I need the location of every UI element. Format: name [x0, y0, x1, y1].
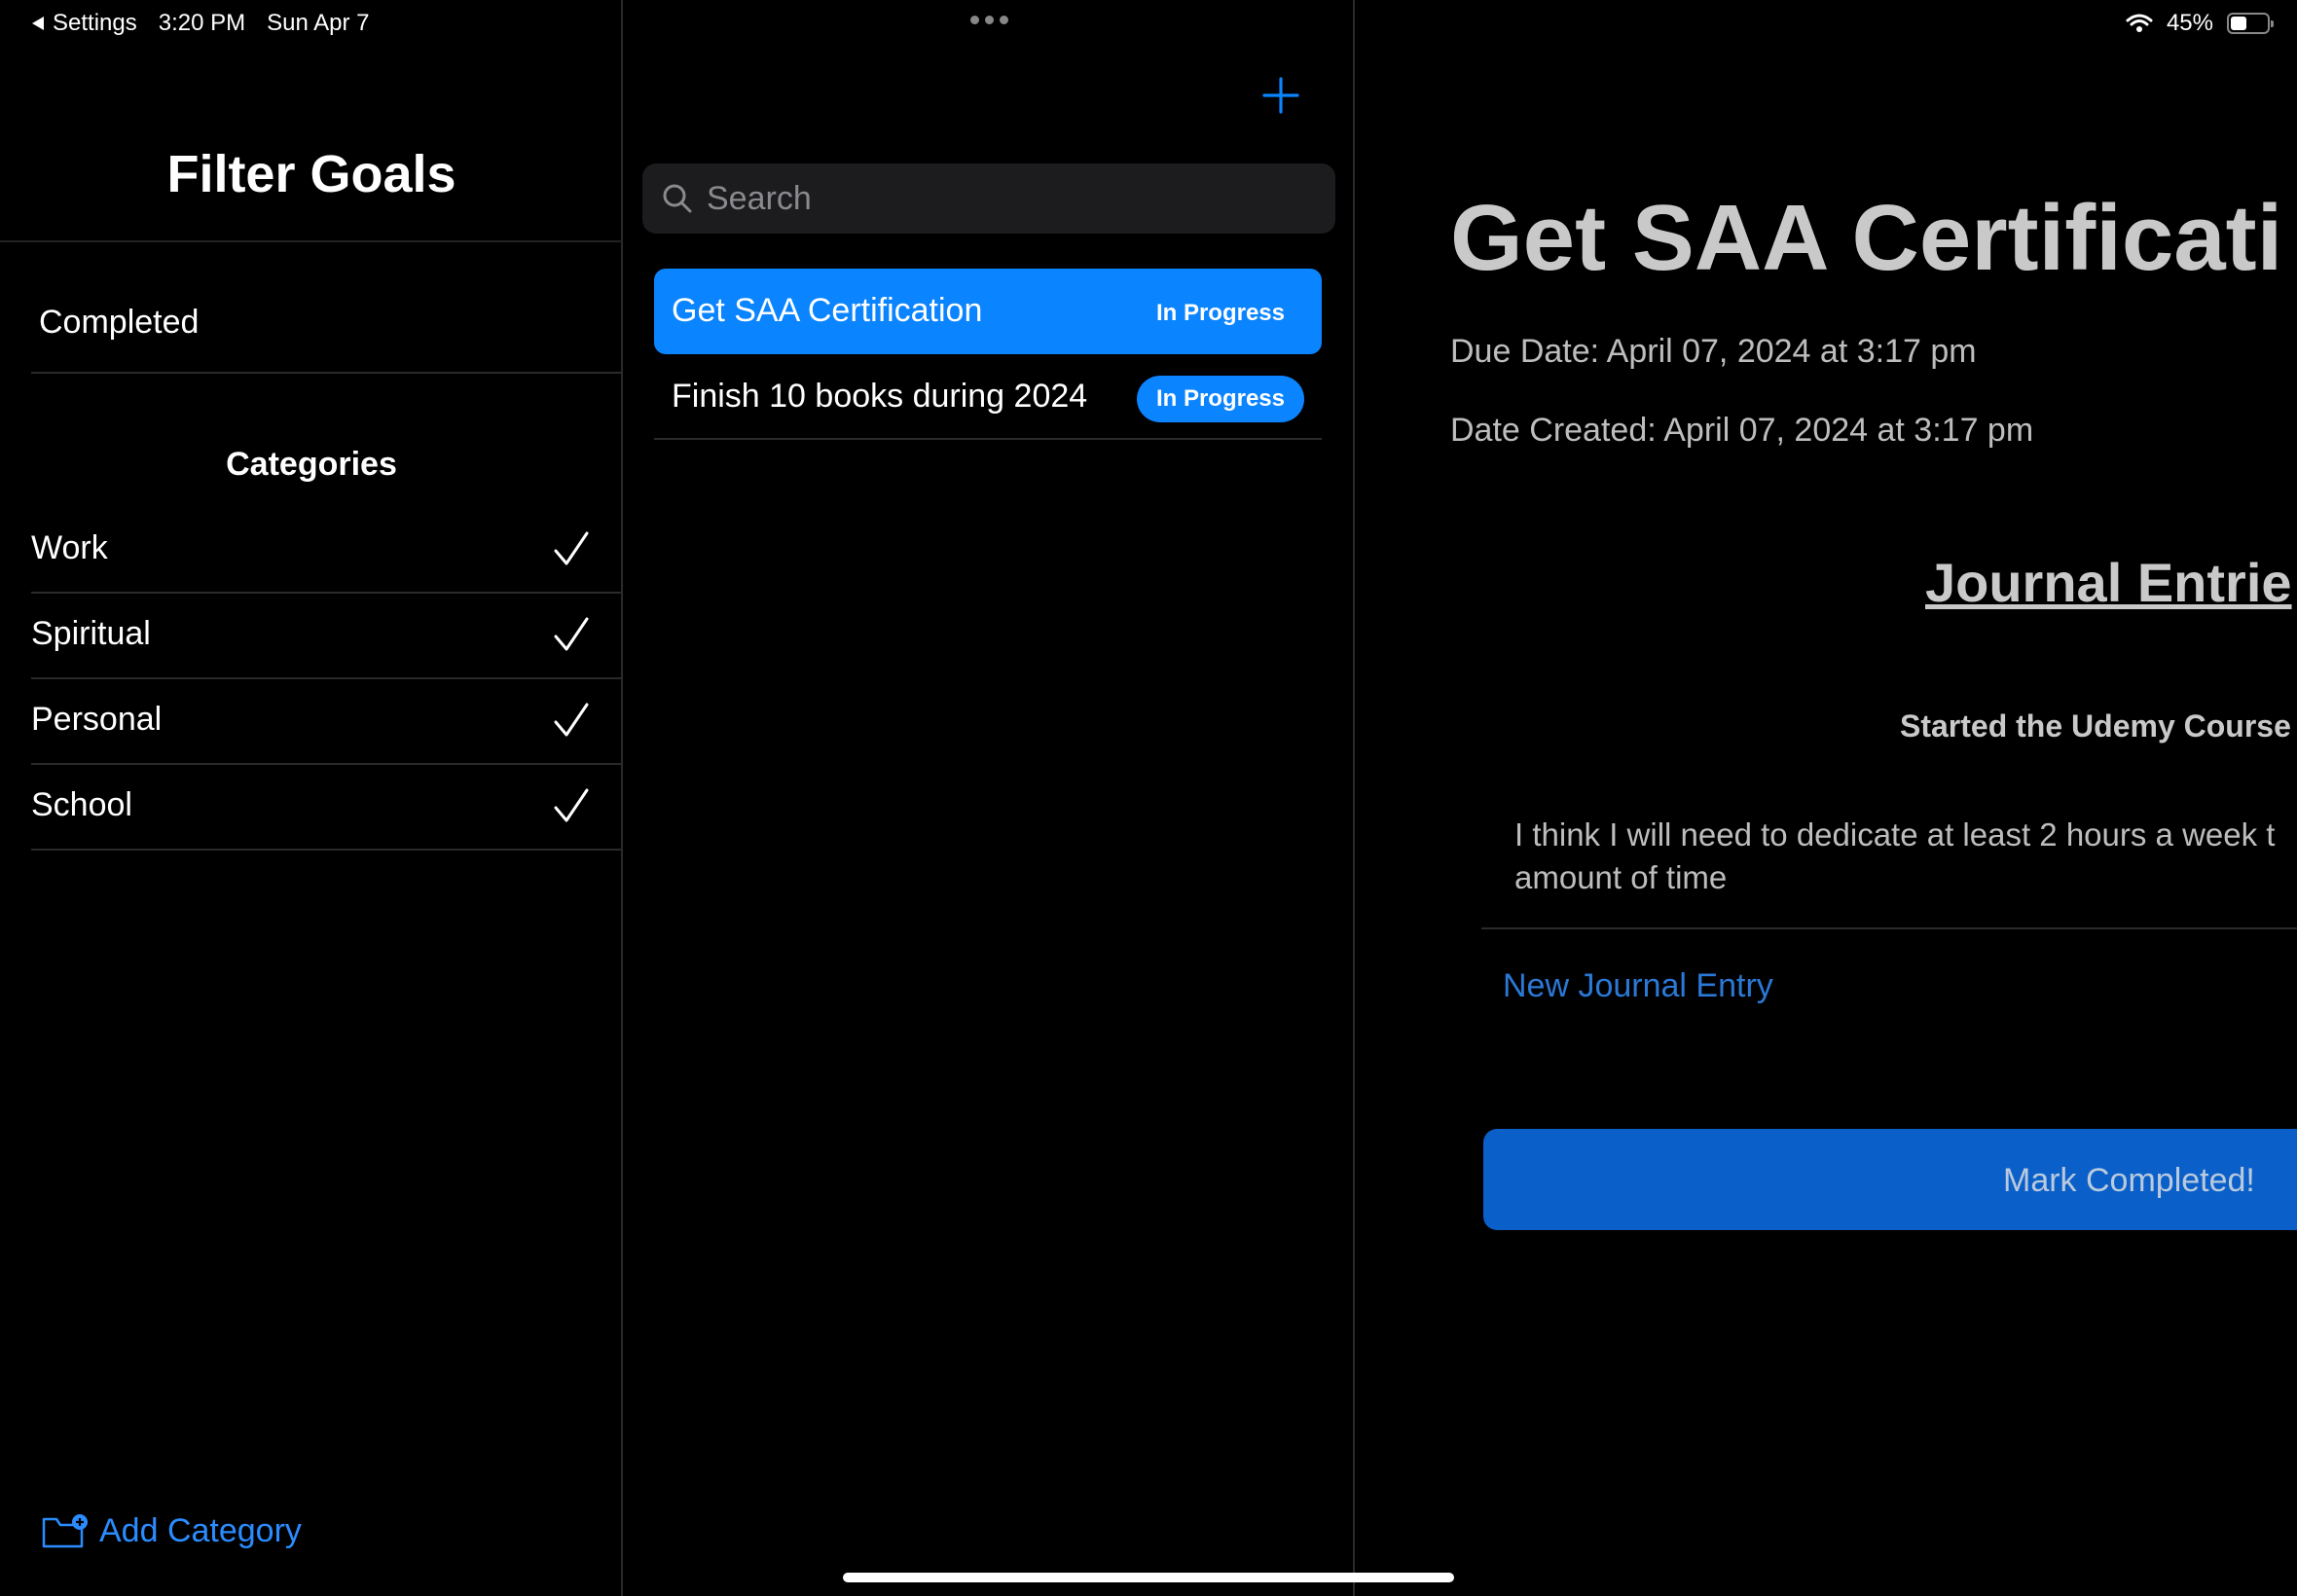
- category-label: School: [31, 786, 132, 823]
- goal-detail-title: Get SAA Certificati: [1450, 186, 2283, 290]
- add-category-button[interactable]: Add Category: [41, 1512, 302, 1550]
- goal-item-finish-10-books[interactable]: Finish 10 books during 2024 In Progress: [654, 354, 1322, 440]
- category-item-school[interactable]: School: [31, 765, 623, 851]
- divider: [1481, 927, 2297, 929]
- checkmark-icon: [554, 617, 589, 651]
- goal-detail-panel: Get SAA Certificati Due Date: April 07, …: [1355, 0, 2297, 1596]
- new-journal-entry-button[interactable]: New Journal Entry: [1503, 967, 1773, 1005]
- journal-entry-body-line: amount of time: [1514, 859, 1728, 895]
- status-badge: In Progress: [1155, 300, 1285, 326]
- sidebar: Filter Goals Completed Categories Work S…: [0, 0, 623, 1596]
- category-item-spiritual[interactable]: Spiritual: [31, 594, 623, 679]
- mark-completed-button[interactable]: Mark Completed!: [1483, 1129, 2297, 1230]
- goal-title: Finish 10 books during 2024: [672, 378, 1088, 415]
- add-goal-button[interactable]: [1261, 76, 1300, 115]
- search-input[interactable]: [705, 178, 1293, 219]
- journal-entry-title[interactable]: Started the Udemy Course: [1900, 708, 2291, 744]
- journal-entries-heading: Journal Entrie: [1925, 552, 2292, 613]
- search-bar[interactable]: [642, 163, 1335, 234]
- category-item-work[interactable]: Work: [31, 508, 623, 594]
- due-date: Due Date: April 07, 2024 at 3:17 pm: [1450, 333, 1977, 370]
- categories-heading: Categories: [226, 446, 397, 483]
- category-label: Personal: [31, 701, 163, 738]
- mark-completed-label: Mark Completed!: [2003, 1162, 2255, 1199]
- category-item-personal[interactable]: Personal: [31, 679, 623, 765]
- category-label: Work: [31, 529, 108, 566]
- checkmark-icon: [554, 531, 589, 565]
- add-category-label: Add Category: [99, 1512, 302, 1549]
- divider: [31, 372, 623, 374]
- search-icon: [663, 184, 692, 213]
- checkmark-icon: [554, 788, 589, 822]
- status-badge: In Progress: [1136, 376, 1304, 422]
- goal-item-get-saa-certification[interactable]: Get SAA Certification In Progress: [654, 269, 1322, 354]
- completed-filter[interactable]: Completed: [39, 304, 199, 342]
- journal-entry-body[interactable]: I think I will need to dedicate at least…: [1514, 814, 2275, 899]
- multitasking-dots-icon[interactable]: [623, 16, 1355, 24]
- folder-add-icon: [42, 1513, 88, 1547]
- goal-list-panel: Get SAA Certification In Progress Finish…: [623, 0, 1355, 1596]
- date-created: Date Created: April 07, 2024 at 3:17 pm: [1450, 412, 2034, 449]
- journal-entry-body-line: I think I will need to dedicate at least…: [1514, 816, 2276, 852]
- checkmark-icon: [554, 703, 589, 737]
- goal-title: Get SAA Certification: [672, 292, 983, 329]
- home-indicator[interactable]: [843, 1573, 1454, 1582]
- sidebar-title: Filter Goals: [166, 145, 456, 203]
- category-label: Spiritual: [31, 615, 151, 652]
- divider: [0, 240, 623, 242]
